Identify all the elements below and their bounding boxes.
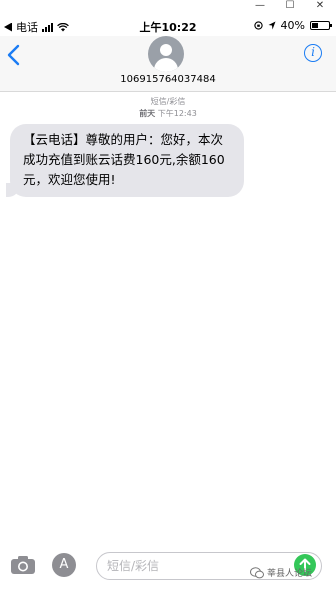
watermark-text: 莘县人论坛: [267, 569, 313, 579]
incoming-message-bubble[interactable]: 【云电话】尊敬的用户：您好，本次成功充值到账云话费160元,余额160元，欢迎您…: [6, 124, 244, 197]
location-icon: [268, 21, 276, 30]
message-text: 【云电话】尊敬的用户：您好，本次成功充值到账云话费160元,余额160元，欢迎您…: [23, 132, 225, 187]
timestamp-day: 前天: [139, 109, 156, 118]
status-bar: 电话 上午10:22 40%: [0, 14, 336, 36]
watermark: 莘县人论坛: [250, 566, 312, 579]
battery-icon: [310, 21, 332, 30]
service-label: 短信/彩信: [150, 97, 186, 106]
avatar-body: [154, 58, 178, 72]
chevron-left-icon[interactable]: [6, 44, 22, 66]
conversation-header: 106915764037484 i: [0, 36, 336, 92]
info-icon[interactable]: i: [304, 44, 322, 62]
maximize-icon[interactable]: ☐: [282, 0, 298, 12]
wechat-logo-icon: [250, 566, 264, 578]
battery-percent: 40%: [280, 19, 305, 32]
contact-number[interactable]: 106915764037484: [0, 74, 336, 85]
message-timestamp: 前天 下午12:43: [0, 108, 336, 120]
camera-icon[interactable]: [10, 555, 36, 575]
close-icon[interactable]: ✕: [312, 0, 328, 12]
battery-fill: [312, 23, 318, 28]
avatar-head: [160, 44, 172, 56]
window-chrome: — ☐ ✕: [0, 0, 336, 12]
app-store-icon[interactable]: A: [52, 553, 76, 577]
status-right: 40%: [253, 19, 332, 32]
timestamp-time: 下午12:43: [157, 109, 197, 118]
orientation-lock-icon: [253, 21, 263, 30]
thread-meta: 短信/彩信 前天 下午12:43: [0, 96, 336, 120]
contact-avatar[interactable]: [148, 36, 184, 72]
minimize-icon[interactable]: —: [252, 0, 268, 12]
